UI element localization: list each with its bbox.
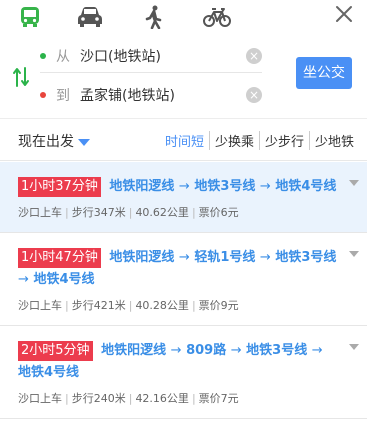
bike-mode-button[interactable] — [203, 4, 231, 30]
tab-shortest-time[interactable]: 时间短 — [160, 131, 209, 150]
duration-badge: 1小时37分钟 — [18, 177, 101, 197]
destination-value[interactable]: 孟家铺(地铁站) — [80, 85, 246, 105]
segment: 地铁阳逻线 — [101, 343, 167, 358]
destination-prefix: 到 — [56, 88, 70, 104]
duration-badge: 1小时47分钟 — [18, 248, 101, 268]
plan-route: 2小时5分钟 地铁阳逻线 → 809路 → 地铁3号线 → 地铁4号线 — [0, 326, 367, 384]
plan-list: 1小时37分钟 地铁阳逻线 → 地铁3号线 → 地铁4号线 沙口上车步行347米… — [0, 162, 367, 419]
walk-distance: 步行347米 — [62, 206, 126, 219]
segment: 地铁3号线 — [275, 250, 337, 265]
travel-mode-bar — [0, 0, 367, 36]
fare: 票价6元 — [189, 206, 239, 219]
arrow-icon: → — [178, 250, 190, 265]
drive-mode-button[interactable] — [76, 4, 104, 30]
plan-route: 1小时47分钟 地铁阳逻线 → 轻轨1号线 → 地铁3号线 → 地铁4号线 — [0, 233, 367, 291]
plan-meta: 沙口上车步行347米40.62公里票价6元 — [0, 198, 367, 232]
plan-item[interactable]: 2小时5分钟 地铁阳逻线 → 809路 → 地铁3号线 → 地铁4号线 沙口上车… — [0, 326, 367, 419]
walk-mode-button[interactable] — [140, 4, 168, 30]
depart-label: 现在出发 — [18, 134, 74, 150]
walk-distance: 步行421米 — [62, 299, 126, 312]
plan-item[interactable]: 1小时37分钟 地铁阳逻线 → 地铁3号线 → 地铁4号线 沙口上车步行347米… — [0, 162, 367, 233]
clear-destination-icon[interactable]: × — [246, 87, 262, 103]
fare: 票价9元 — [189, 299, 239, 312]
plan-meta: 沙口上车步行240米42.16公里票价7元 — [0, 384, 367, 418]
walk-icon — [145, 5, 162, 29]
sort-tabs: 时间短 少换乘 少步行 少地铁 — [160, 131, 359, 150]
origin-prefix: 从 — [56, 48, 70, 65]
arrow-icon: → — [178, 179, 190, 194]
plan-meta: 沙口上车步行421米40.28公里票价9元 — [0, 291, 367, 325]
arrow-icon: → — [170, 343, 182, 358]
fare: 票价7元 — [189, 392, 239, 405]
plan-item[interactable]: 1小时47分钟 地铁阳逻线 → 轻轨1号线 → 地铁3号线 → 地铁4号线 沙口… — [0, 233, 367, 326]
expand-icon[interactable] — [349, 251, 359, 257]
origin-value[interactable]: 沙口(地铁站) — [80, 46, 246, 66]
segment: 地铁4号线 — [275, 179, 337, 194]
filter-bar: 现在出发 时间短 少换乘 少步行 少地铁 — [0, 119, 367, 161]
tab-less-subway[interactable]: 少地铁 — [308, 131, 359, 150]
board-stop: 沙口上车 — [18, 206, 62, 219]
route-panel: 从 沙口(地铁站) × 到 孟家铺(地铁站) × 坐公交 — [0, 36, 367, 118]
total-distance: 40.62公里 — [126, 206, 189, 219]
segment: 地铁3号线 — [246, 343, 308, 358]
expand-icon[interactable] — [349, 180, 359, 186]
segment: 轻轨1号线 — [194, 250, 256, 265]
segment: 地铁阳逻线 — [109, 179, 175, 194]
arrow-icon: → — [259, 250, 271, 265]
board-stop: 沙口上车 — [18, 392, 62, 405]
take-bus-button[interactable]: 坐公交 — [296, 57, 352, 89]
bike-icon — [203, 8, 231, 27]
swap-icon[interactable] — [12, 66, 30, 88]
board-stop: 沙口上车 — [18, 299, 62, 312]
bus-icon — [21, 7, 39, 27]
segment: 地铁阳逻线 — [109, 250, 175, 265]
car-icon — [78, 7, 102, 27]
duration-badge: 2小时5分钟 — [18, 341, 93, 361]
walk-distance: 步行240米 — [62, 392, 126, 405]
origin-field[interactable]: 从 沙口(地铁站) × — [40, 39, 262, 73]
depart-time-dropdown[interactable]: 现在出发 — [18, 131, 90, 151]
arrow-icon: → — [259, 179, 271, 194]
segment: 地铁4号线 — [18, 365, 80, 380]
total-distance: 42.16公里 — [126, 392, 189, 405]
arrow-icon: → — [18, 272, 29, 287]
origin-dot — [40, 52, 46, 59]
segment: 809路 — [186, 343, 227, 358]
segment: 地铁3号线 — [194, 179, 256, 194]
destination-dot — [40, 92, 46, 98]
close-icon[interactable] — [333, 3, 355, 25]
plan-route: 1小时37分钟 地铁阳逻线 → 地铁3号线 → 地铁4号线 — [0, 162, 367, 198]
tab-fewer-transfers[interactable]: 少换乘 — [208, 131, 259, 150]
clear-origin-icon[interactable]: × — [246, 47, 262, 64]
segment: 地铁4号线 — [33, 272, 95, 287]
arrow-icon: → — [230, 343, 242, 358]
tab-less-walking[interactable]: 少步行 — [258, 131, 309, 150]
arrow-icon: → — [311, 343, 323, 358]
expand-icon[interactable] — [349, 344, 359, 350]
caret-down-icon — [78, 138, 90, 146]
total-distance: 40.28公里 — [126, 299, 189, 312]
destination-field[interactable]: 到 孟家铺(地铁站) × — [40, 78, 262, 112]
transit-mode-button[interactable] — [16, 4, 44, 30]
